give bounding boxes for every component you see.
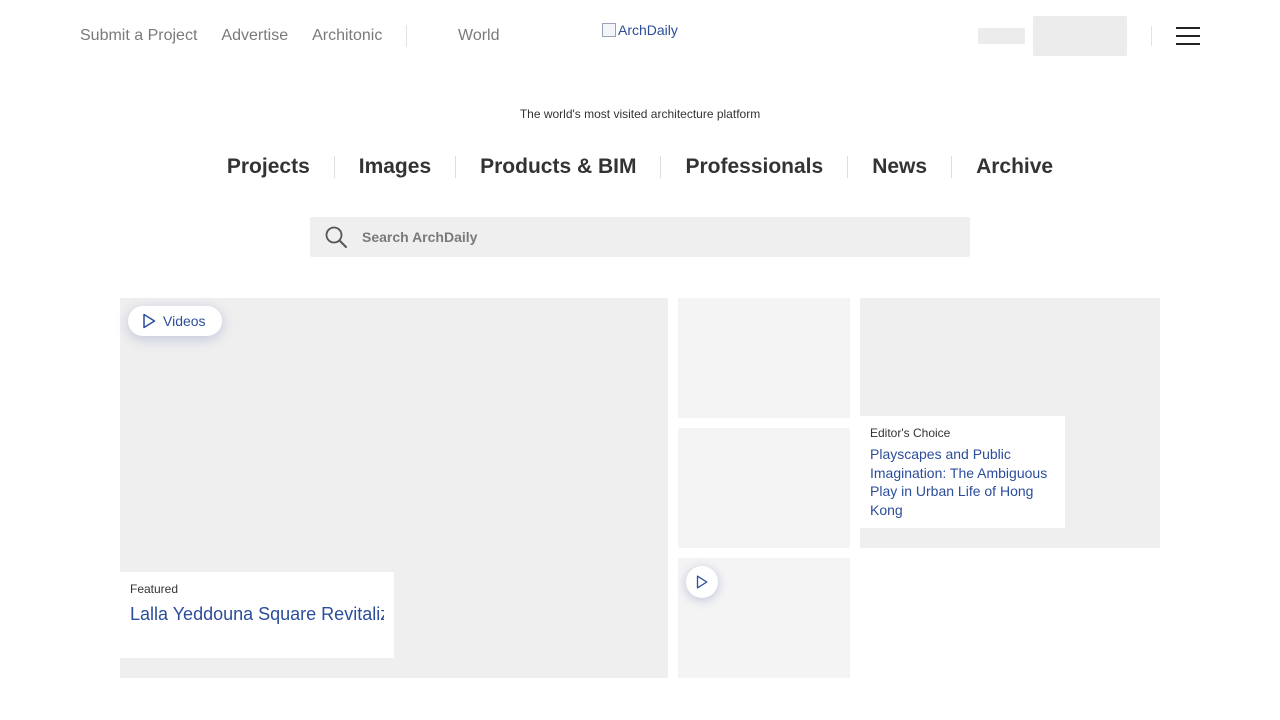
- site-tagline: The world's most visited architecture pl…: [519, 107, 761, 121]
- videos-badge[interactable]: Videos: [128, 306, 222, 336]
- play-icon: [143, 313, 156, 329]
- logo-alt-text: ArchDaily: [618, 22, 678, 38]
- signup-button-placeholder[interactable]: [1033, 16, 1127, 56]
- nav-products-bim[interactable]: Products & BIM: [456, 154, 660, 180]
- archdaily-logo[interactable]: ArchDaily: [602, 22, 678, 38]
- editors-choice-title-link[interactable]: Playscapes and Public Imagination: The A…: [870, 445, 1055, 519]
- article-thumbnail[interactable]: [678, 298, 850, 418]
- architonic-link[interactable]: Architonic: [312, 27, 382, 45]
- submit-project-link[interactable]: Submit a Project: [80, 27, 197, 45]
- featured-caption: Featured Lalla Yeddouna Square Revitaliz…: [120, 572, 394, 658]
- top-links: Submit a Project Advertise Architonic: [80, 24, 431, 48]
- divider: [406, 25, 408, 47]
- advertise-link[interactable]: Advertise: [221, 27, 288, 45]
- world-edition-selector[interactable]: World: [458, 24, 500, 48]
- hamburger-menu-icon[interactable]: [1176, 27, 1200, 45]
- video-thumbnail[interactable]: [678, 558, 850, 678]
- search-input[interactable]: [360, 228, 924, 246]
- nav-news[interactable]: News: [848, 154, 951, 180]
- play-icon: [696, 575, 708, 589]
- account-placeholder: [978, 28, 1025, 44]
- nav-images[interactable]: Images: [335, 154, 455, 180]
- search-icon: [325, 226, 347, 248]
- editors-choice-tile[interactable]: Editor's Choice Playscapes and Public Im…: [860, 298, 1160, 548]
- nav-archive[interactable]: Archive: [952, 154, 1077, 180]
- broken-image-icon: [602, 23, 616, 37]
- divider: [1151, 26, 1152, 46]
- nav-professionals[interactable]: Professionals: [661, 154, 847, 180]
- editors-choice-label: Editor's Choice: [870, 426, 951, 440]
- featured-title-link[interactable]: Lalla Yeddouna Square Revitalization / M…: [130, 602, 384, 626]
- main-nav: Projects Images Products & BIM Professio…: [0, 154, 1280, 180]
- videos-badge-label: Videos: [163, 313, 206, 329]
- play-button[interactable]: [686, 566, 718, 598]
- search-bar[interactable]: [310, 217, 970, 257]
- featured-label: Featured: [130, 582, 179, 596]
- editors-choice-caption: Editor's Choice Playscapes and Public Im…: [860, 416, 1065, 528]
- nav-projects[interactable]: Projects: [203, 154, 334, 180]
- article-thumbnail[interactable]: [678, 428, 850, 548]
- featured-article-tile[interactable]: Videos Featured Lalla Yeddouna Square Re…: [120, 298, 668, 678]
